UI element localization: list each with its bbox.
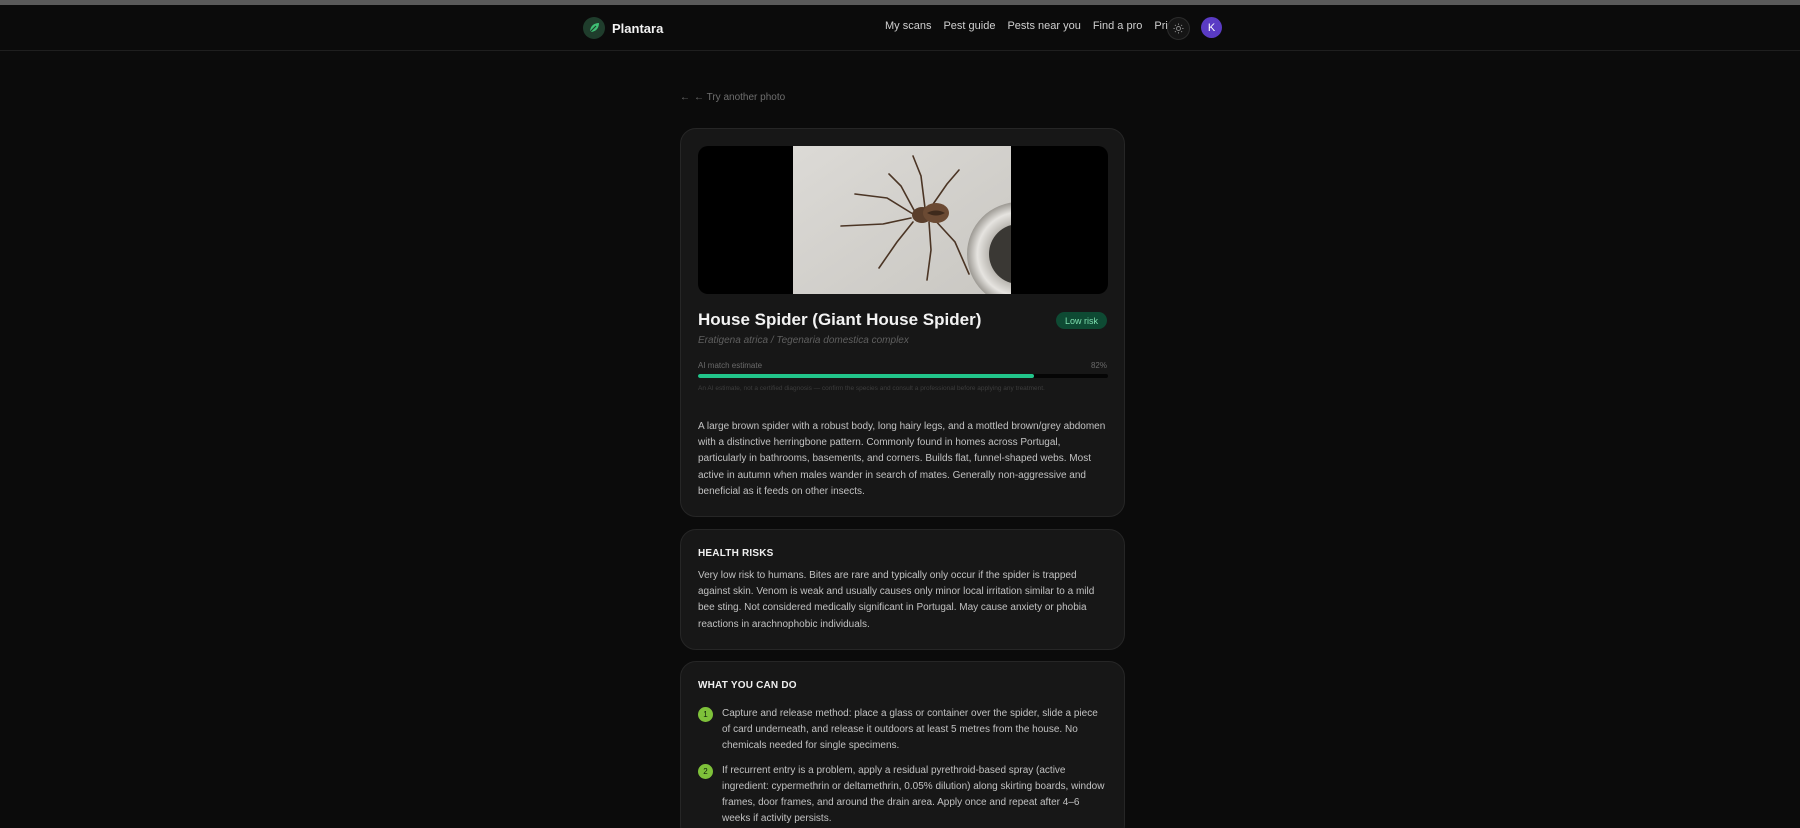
scientific-name: Eratigena atrica / Tegenaria domestica c… bbox=[698, 335, 909, 346]
nav-link-find-a-pro[interactable]: Find a pro bbox=[1093, 20, 1143, 32]
pest-description: A large brown spider with a robust body,… bbox=[698, 421, 1106, 497]
step-text: If recurrent entry is a problem, apply a… bbox=[722, 764, 1105, 825]
match-percent: 82% bbox=[1090, 361, 1107, 370]
list-item: 1 Capture and release method: place a gl… bbox=[698, 706, 1108, 755]
ai-disclaimer: An AI estimate, not a certified diagnosi… bbox=[698, 385, 1045, 392]
arrow-left-icon: ← bbox=[680, 92, 690, 103]
health-risks-heading: HEALTH RISKS bbox=[698, 548, 774, 559]
what-you-can-do-card: WHAT YOU CAN DO 1 Capture and release me… bbox=[680, 661, 1125, 828]
what-you-can-do-heading: WHAT YOU CAN DO bbox=[698, 680, 797, 691]
list-item: 2 If recurrent entry is a problem, apply… bbox=[698, 763, 1108, 828]
match-label: AI match estimate bbox=[698, 361, 763, 370]
pest-title: House Spider (Giant House Spider) bbox=[698, 310, 982, 329]
sun-icon bbox=[1173, 23, 1184, 34]
step-text: Capture and release method: place a glas… bbox=[722, 708, 1098, 752]
brand[interactable]: Plantara bbox=[583, 17, 663, 39]
step-number-badge: 1 bbox=[698, 707, 713, 722]
steps-list: 1 Capture and release method: place a gl… bbox=[698, 706, 1108, 828]
pest-photo-frame bbox=[698, 146, 1108, 294]
risk-badge: Low risk bbox=[1055, 312, 1107, 329]
nav-link-pests-near-you[interactable]: Pests near you bbox=[1007, 20, 1080, 32]
match-progress-bar bbox=[698, 374, 1108, 378]
top-navbar: Plantara My scans Pest guide Pests near … bbox=[0, 5, 1800, 51]
back-link-label: ← Try another photo bbox=[694, 92, 786, 103]
user-avatar[interactable]: K bbox=[1201, 17, 1222, 38]
nav-links: My scans Pest guide Pests near you Find … bbox=[885, 20, 1188, 32]
try-another-photo-link[interactable]: ← ← Try another photo bbox=[680, 92, 785, 103]
pest-photo bbox=[793, 146, 1011, 294]
nav-link-pest-guide[interactable]: Pest guide bbox=[943, 20, 995, 32]
identification-result-card: House Spider (Giant House Spider) Low ri… bbox=[680, 128, 1125, 517]
brand-name: Plantara bbox=[612, 20, 664, 36]
step-number-badge: 2 bbox=[698, 763, 713, 779]
theme-toggle-button[interactable] bbox=[1167, 17, 1190, 40]
match-progress-fill bbox=[698, 374, 1035, 378]
leaf-logo-icon bbox=[583, 17, 605, 39]
health-risks-card: HEALTH RISKS Very low risk to humans. Bi… bbox=[680, 529, 1125, 650]
nav-link-my-scans[interactable]: My scans bbox=[885, 20, 931, 32]
health-risks-text: Very low risk to humans. Bites are rare … bbox=[698, 570, 1095, 630]
